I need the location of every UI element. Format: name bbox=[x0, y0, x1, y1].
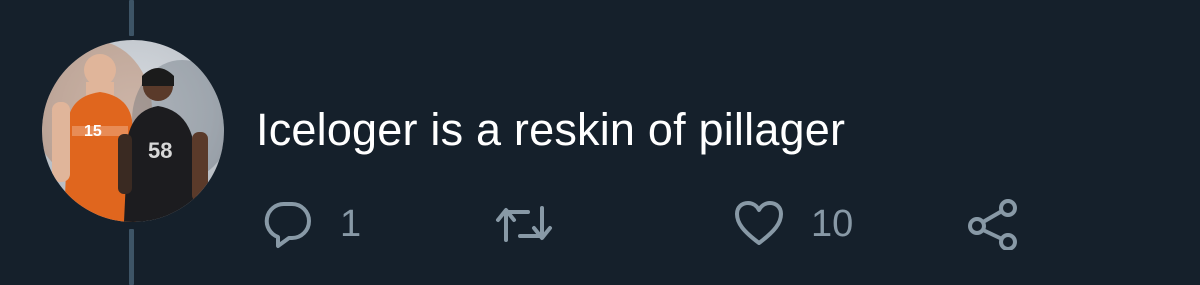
like-button[interactable]: 10 bbox=[733, 196, 853, 252]
user-avatar-icon: 15 58 bbox=[42, 40, 224, 222]
user-avatar[interactable]: 15 58 bbox=[42, 40, 224, 222]
heart-icon bbox=[733, 198, 785, 250]
retweet-button[interactable] bbox=[494, 196, 580, 252]
reply-icon bbox=[262, 198, 314, 250]
like-count: 10 bbox=[811, 203, 854, 245]
share-button[interactable] bbox=[965, 196, 1021, 252]
tweet-text: Iceloger is a reskin of pillager bbox=[256, 104, 846, 155]
tweet-actions-bar: 1 10 bbox=[0, 196, 1200, 252]
svg-text:58: 58 bbox=[148, 138, 172, 163]
svg-text:15: 15 bbox=[84, 123, 102, 140]
retweet-icon bbox=[494, 198, 554, 250]
reply-count: 1 bbox=[340, 203, 362, 245]
share-icon bbox=[965, 198, 1021, 250]
thread-connector-top bbox=[129, 0, 134, 36]
reply-button[interactable]: 1 bbox=[262, 196, 361, 252]
